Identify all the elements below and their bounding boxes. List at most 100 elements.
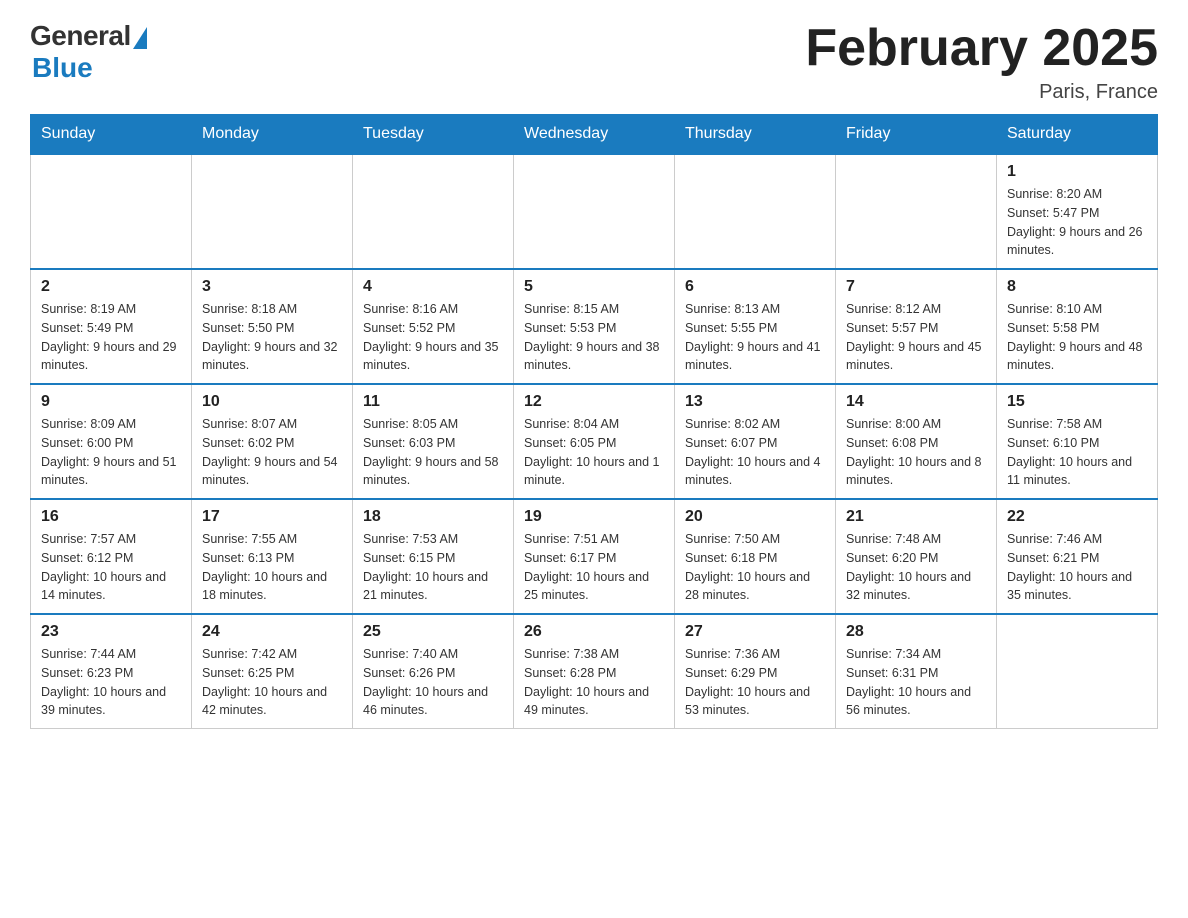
day-info: Sunrise: 7:34 AMSunset: 6:31 PMDaylight:… [846,645,986,720]
day-number: 15 [1007,393,1147,411]
day-info: Sunrise: 8:13 AMSunset: 5:55 PMDaylight:… [685,300,825,375]
day-cell: 9 Sunrise: 8:09 AMSunset: 6:00 PMDaylight… [31,384,192,499]
day-cell [192,154,353,269]
day-info: Sunrise: 8:02 AMSunset: 6:07 PMDaylight:… [685,415,825,490]
day-info: Sunrise: 7:51 AMSunset: 6:17 PMDaylight:… [524,530,664,605]
day-cell: 3 Sunrise: 8:18 AMSunset: 5:50 PMDaylight… [192,269,353,384]
day-info: Sunrise: 7:57 AMSunset: 6:12 PMDaylight:… [41,530,181,605]
weekday-header-sunday: Sunday [31,115,192,155]
day-info: Sunrise: 7:53 AMSunset: 6:15 PMDaylight:… [363,530,503,605]
day-cell: 27Sunrise: 7:36 AMSunset: 6:29 PMDayligh… [675,614,836,729]
day-number: 2 [41,278,181,296]
week-row-1: 1 Sunrise: 8:20 AMSunset: 5:47 PMDaylight… [31,154,1158,269]
day-cell: 20 Sunrise: 7:50 AMSunset: 6:18 PMDayligh… [675,499,836,614]
day-number: 25 [363,623,503,641]
day-number: 19 [524,508,664,526]
day-cell: 10 Sunrise: 8:07 AMSunset: 6:02 PMDayligh… [192,384,353,499]
day-info: Sunrise: 8:16 AMSunset: 5:52 PMDaylight:… [363,300,503,375]
page-header: General Blue February 2025 Paris, France [30,20,1158,104]
day-number: 12 [524,393,664,411]
day-cell: 1 Sunrise: 8:20 AMSunset: 5:47 PMDaylight… [997,154,1158,269]
logo-triangle-icon [133,27,147,49]
day-cell [997,614,1158,729]
day-info: Sunrise: 7:46 AMSunset: 6:21 PMDaylight:… [1007,530,1147,605]
day-number: 20 [685,508,825,526]
day-cell: 6 Sunrise: 8:13 AMSunset: 5:55 PMDaylight… [675,269,836,384]
weekday-header-thursday: Thursday [675,115,836,155]
weekday-header-monday: Monday [192,115,353,155]
calendar-table: SundayMondayTuesdayWednesdayThursdayFrid… [30,114,1158,729]
day-info: Sunrise: 8:15 AMSunset: 5:53 PMDaylight:… [524,300,664,375]
day-number: 6 [685,278,825,296]
day-info: Sunrise: 8:12 AMSunset: 5:57 PMDaylight:… [846,300,986,375]
weekday-header-wednesday: Wednesday [514,115,675,155]
day-info: Sunrise: 7:48 AMSunset: 6:20 PMDaylight:… [846,530,986,605]
day-info: Sunrise: 7:42 AMSunset: 6:25 PMDaylight:… [202,645,342,720]
day-number: 27 [685,623,825,641]
week-row-3: 9 Sunrise: 8:09 AMSunset: 6:00 PMDaylight… [31,384,1158,499]
day-number: 14 [846,393,986,411]
day-info: Sunrise: 8:00 AMSunset: 6:08 PMDaylight:… [846,415,986,490]
day-cell: 16 Sunrise: 7:57 AMSunset: 6:12 PMDayligh… [31,499,192,614]
logo-blue-text: Blue [32,52,93,84]
day-cell: 24 Sunrise: 7:42 AMSunset: 6:25 PMDayligh… [192,614,353,729]
day-cell [836,154,997,269]
day-number: 3 [202,278,342,296]
day-cell: 26 Sunrise: 7:38 AMSunset: 6:28 PMDayligh… [514,614,675,729]
day-info: Sunrise: 7:58 AMSunset: 6:10 PMDaylight:… [1007,415,1147,490]
day-number: 17 [202,508,342,526]
day-number: 8 [1007,278,1147,296]
day-cell: 8 Sunrise: 8:10 AMSunset: 5:58 PMDaylight… [997,269,1158,384]
day-info: Sunrise: 8:18 AMSunset: 5:50 PMDaylight:… [202,300,342,375]
title-block: February 2025 Paris, France [805,20,1158,104]
calendar-header: SundayMondayTuesdayWednesdayThursdayFrid… [31,115,1158,155]
day-cell: 17 Sunrise: 7:55 AMSunset: 6:13 PMDayligh… [192,499,353,614]
day-number: 16 [41,508,181,526]
day-cell: 11Sunrise: 8:05 AMSunset: 6:03 PMDayligh… [353,384,514,499]
day-cell: 5 Sunrise: 8:15 AMSunset: 5:53 PMDaylight… [514,269,675,384]
week-row-2: 2 Sunrise: 8:19 AMSunset: 5:49 PMDaylight… [31,269,1158,384]
day-info: Sunrise: 8:19 AMSunset: 5:49 PMDaylight:… [41,300,181,375]
day-number: 9 [41,393,181,411]
day-number: 1 [1007,163,1147,181]
location: Paris, France [805,81,1158,104]
day-cell: 2 Sunrise: 8:19 AMSunset: 5:49 PMDaylight… [31,269,192,384]
day-number: 5 [524,278,664,296]
day-info: Sunrise: 8:07 AMSunset: 6:02 PMDaylight:… [202,415,342,490]
day-info: Sunrise: 8:10 AMSunset: 5:58 PMDaylight:… [1007,300,1147,375]
day-number: 24 [202,623,342,641]
day-info: Sunrise: 7:38 AMSunset: 6:28 PMDaylight:… [524,645,664,720]
day-info: Sunrise: 7:55 AMSunset: 6:13 PMDaylight:… [202,530,342,605]
month-title: February 2025 [805,20,1158,77]
day-number: 4 [363,278,503,296]
day-cell [514,154,675,269]
calendar-body: 1 Sunrise: 8:20 AMSunset: 5:47 PMDaylight… [31,154,1158,729]
day-cell: 13 Sunrise: 8:02 AMSunset: 6:07 PMDayligh… [675,384,836,499]
day-cell: 14 Sunrise: 8:00 AMSunset: 6:08 PMDayligh… [836,384,997,499]
week-row-5: 23Sunrise: 7:44 AMSunset: 6:23 PMDayligh… [31,614,1158,729]
weekday-header-row: SundayMondayTuesdayWednesdayThursdayFrid… [31,115,1158,155]
day-cell: 12 Sunrise: 8:04 AMSunset: 6:05 PMDayligh… [514,384,675,499]
day-number: 7 [846,278,986,296]
day-info: Sunrise: 8:09 AMSunset: 6:00 PMDaylight:… [41,415,181,490]
day-cell [31,154,192,269]
logo: General Blue [30,20,147,84]
day-number: 26 [524,623,664,641]
day-number: 28 [846,623,986,641]
day-info: Sunrise: 7:50 AMSunset: 6:18 PMDaylight:… [685,530,825,605]
day-number: 10 [202,393,342,411]
day-cell: 22 Sunrise: 7:46 AMSunset: 6:21 PMDayligh… [997,499,1158,614]
day-cell: 23Sunrise: 7:44 AMSunset: 6:23 PMDayligh… [31,614,192,729]
day-number: 21 [846,508,986,526]
day-cell: 19 Sunrise: 7:51 AMSunset: 6:17 PMDayligh… [514,499,675,614]
day-cell: 15 Sunrise: 7:58 AMSunset: 6:10 PMDayligh… [997,384,1158,499]
week-row-4: 16 Sunrise: 7:57 AMSunset: 6:12 PMDayligh… [31,499,1158,614]
day-info: Sunrise: 8:04 AMSunset: 6:05 PMDaylight:… [524,415,664,490]
day-number: 13 [685,393,825,411]
day-cell: 18Sunrise: 7:53 AMSunset: 6:15 PMDayligh… [353,499,514,614]
logo-general-text: General [30,20,131,52]
day-number: 22 [1007,508,1147,526]
day-cell: 4 Sunrise: 8:16 AMSunset: 5:52 PMDaylight… [353,269,514,384]
day-info: Sunrise: 8:20 AMSunset: 5:47 PMDaylight:… [1007,185,1147,260]
day-cell: 7 Sunrise: 8:12 AMSunset: 5:57 PMDaylight… [836,269,997,384]
